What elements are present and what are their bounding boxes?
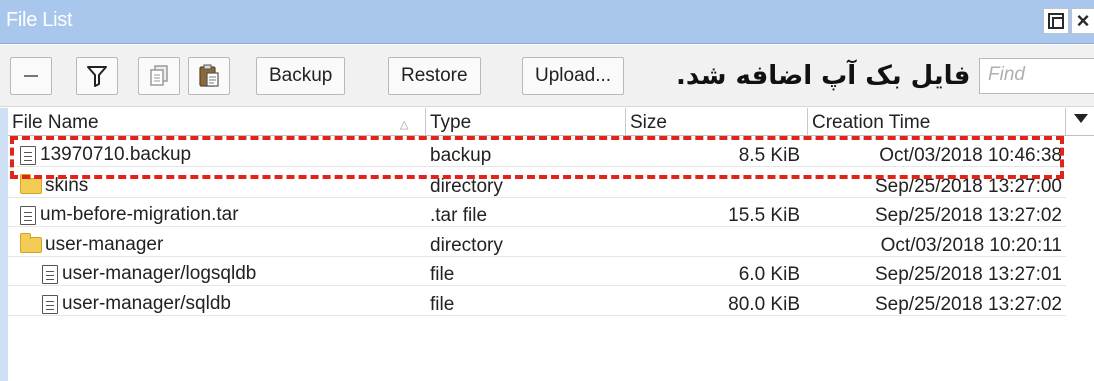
file-name: 13970710.backup <box>40 144 192 165</box>
cell-name: skins <box>20 174 425 198</box>
copy-icon[interactable] <box>138 57 180 95</box>
cell-time: Oct/03/2018 10:46:38 <box>879 145 1062 166</box>
cell-time: Sep/25/2018 13:27:02 <box>874 205 1062 226</box>
window-title: File List <box>6 9 73 31</box>
file-name: skins <box>45 175 89 196</box>
column-header-type[interactable]: Type <box>426 108 626 136</box>
file-icon <box>42 294 58 314</box>
cell-size: 8.5 KiB <box>738 145 800 166</box>
table-row[interactable]: user-manager directory Oct/03/2018 10:20… <box>8 233 1066 257</box>
table-header: File Name △ Type Size Creation Time <box>8 108 1094 136</box>
file-name: user-manager <box>45 234 164 255</box>
table-row[interactable]: skins directory Sep/25/2018 13:27:00 <box>8 174 1066 198</box>
column-label: Size <box>630 112 667 133</box>
cell-name: user-manager/sqldb <box>20 292 425 316</box>
column-label: Creation Time <box>812 112 931 133</box>
title-bar[interactable]: File List × <box>0 0 1094 44</box>
cell-time: Sep/25/2018 13:27:02 <box>874 294 1062 315</box>
toolbar: Backup Restore Upload... فایل بک آپ اضاف… <box>0 45 1094 107</box>
column-label: Type <box>430 112 472 133</box>
cell-size: 80.0 KiB <box>728 294 800 315</box>
restore-icon[interactable] <box>1043 8 1069 34</box>
cell-type: backup <box>430 145 492 166</box>
cell-type: directory <box>430 235 503 256</box>
column-menu-icon[interactable] <box>1074 114 1088 123</box>
folder-icon <box>20 233 42 253</box>
file-list-window: File List × Backup Restore Upload... فای… <box>0 0 1094 381</box>
table-row[interactable]: um-before-migration.tar .tar file 15.5 K… <box>8 203 1066 227</box>
table-row[interactable]: user-manager/sqldb file 80.0 KiB Sep/25/… <box>8 292 1066 316</box>
cell-name: um-before-migration.tar <box>20 203 425 227</box>
column-header-size[interactable]: Size <box>626 108 808 136</box>
cell-type: file <box>430 294 455 315</box>
cell-size <box>626 174 806 198</box>
close-icon[interactable]: × <box>1071 8 1094 34</box>
file-name: um-before-migration.tar <box>40 204 239 225</box>
table-row[interactable]: 13970710.backup backup 8.5 KiB Oct/03/20… <box>8 143 1066 167</box>
cell-size: 15.5 KiB <box>728 205 800 226</box>
side-strip <box>0 108 8 381</box>
column-header-creation-time[interactable]: Creation Time <box>808 108 1066 136</box>
restore-button[interactable]: Restore <box>388 57 481 95</box>
cell-time: Sep/25/2018 13:27:01 <box>874 264 1062 285</box>
file-icon <box>42 264 58 284</box>
file-icon <box>20 205 36 225</box>
cell-name: user-manager <box>20 233 425 257</box>
find-input[interactable]: Find <box>979 58 1094 94</box>
paste-icon[interactable] <box>188 57 230 95</box>
cell-time: Sep/25/2018 13:27:00 <box>874 176 1062 197</box>
cell-name: user-manager/logsqldb <box>20 262 425 286</box>
minus-icon[interactable] <box>10 57 52 95</box>
cell-size: 6.0 KiB <box>738 264 800 285</box>
cell-time: Oct/03/2018 10:20:11 <box>880 235 1062 256</box>
file-name: user-manager/sqldb <box>62 293 231 314</box>
cell-name: 13970710.backup <box>20 143 425 167</box>
cell-type: directory <box>430 176 503 197</box>
file-icon <box>20 145 36 165</box>
file-name: user-manager/logsqldb <box>62 263 257 284</box>
folder-icon <box>20 174 42 194</box>
cell-type: .tar file <box>430 205 488 226</box>
sort-arrow-icon: △ <box>400 119 409 131</box>
column-header-file-name[interactable]: File Name <box>8 108 426 136</box>
annotation-text: فایل بک آپ اضافه شد. <box>676 61 971 91</box>
upload-button[interactable]: Upload... <box>522 57 625 95</box>
backup-button[interactable]: Backup <box>256 57 346 95</box>
column-label: File Name <box>12 112 99 133</box>
cell-type: file <box>430 264 455 285</box>
cell-size <box>626 233 806 257</box>
filter-icon[interactable] <box>76 57 118 95</box>
table-row[interactable]: user-manager/logsqldb file 6.0 KiB Sep/2… <box>8 262 1066 286</box>
restore-glyph <box>1048 13 1064 29</box>
